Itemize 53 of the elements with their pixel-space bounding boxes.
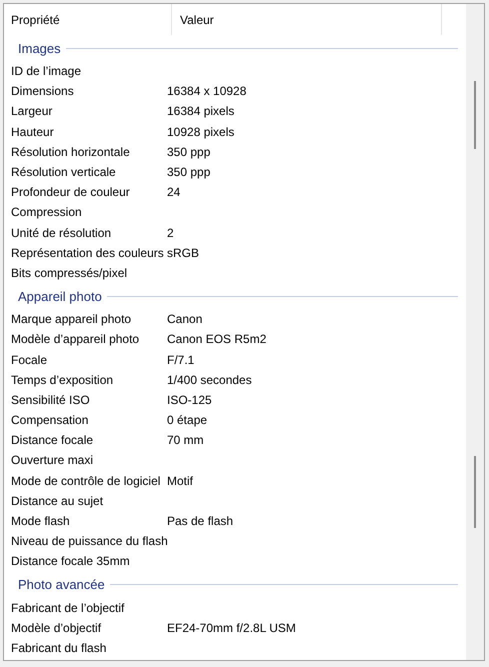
column-header[interactable]: Valeur — [172, 4, 442, 35]
property-name: Dimensions — [10, 84, 75, 98]
property-name: Représentation des couleurs — [10, 246, 165, 260]
property-value: 24 — [167, 185, 180, 200]
property-name: Compression — [10, 205, 83, 220]
property-value: Canon EOS R5m2 — [167, 332, 266, 346]
property-name: Focale — [10, 352, 48, 367]
property-value: ISO-125 — [167, 392, 212, 407]
property-value: 16384 pixels — [167, 104, 234, 118]
property-name: ID de l’image — [10, 64, 82, 78]
group-title: Appareil photo — [18, 288, 102, 304]
scrollbar[interactable] — [466, 4, 484, 660]
property-name: Profondeur de couleur — [10, 185, 131, 200]
property-name: Temps d’exposition — [10, 372, 114, 387]
property-name: Résolution verticale — [10, 165, 117, 180]
property-name: Modèle d’appareil photo — [10, 332, 140, 346]
property-value: 16384 x 10928 — [167, 84, 246, 98]
property-name: Distance focale 35mm — [10, 554, 131, 568]
property-name: Distance focale — [10, 433, 94, 448]
property-name: Hauteur — [10, 124, 55, 139]
property-value: 70 mm — [167, 433, 204, 448]
property-value: 350 ppp — [167, 165, 210, 180]
property-value: 10928 pixels — [167, 124, 234, 139]
property-name: Ouverture maxi — [10, 453, 94, 468]
property-name: Largeur — [10, 104, 54, 118]
group-title: Images — [18, 40, 61, 56]
property-name: Mode flash — [10, 514, 71, 528]
column-header[interactable]: Propriété — [4, 4, 172, 35]
scroll-thumb-icon[interactable] — [474, 456, 476, 528]
property-name: Fabricant du flash — [10, 640, 108, 655]
property-value: 0 étape — [167, 413, 208, 428]
property-value: 1/400 secondes — [167, 372, 252, 387]
property-name: Modèle d’objectif — [10, 620, 102, 635]
property-value: sRGB — [167, 246, 200, 260]
property-name: Mode de contrôle de logiciel — [10, 474, 162, 488]
property-value: Canon — [167, 312, 202, 326]
property-name: Fabricant de l’objectif — [10, 600, 126, 615]
property-name: Unité de résolution — [10, 226, 112, 240]
property-name: Résolution horizontale — [10, 144, 131, 159]
property-value: 2 — [167, 226, 174, 240]
property-value: Motif — [167, 474, 194, 488]
property-value: 350 ppp — [167, 144, 210, 159]
property-value: EF24-70mm f/2.8L USM — [167, 620, 296, 635]
group-title: Photo avancée — [18, 577, 105, 592]
property-name: Compensation — [10, 413, 90, 428]
property-name: Bits compressés/pixel — [10, 266, 128, 280]
scroll-thumb-icon[interactable] — [474, 81, 476, 149]
property-name: Sensibilité ISO — [10, 392, 91, 407]
property-name: Niveau de puissance du flash — [10, 534, 167, 548]
property-name: Marque appareil photo — [10, 312, 132, 326]
property-name: Distance au sujet — [10, 494, 104, 508]
property-value: Pas de flash — [167, 514, 234, 528]
property-value: F/7.1 — [167, 352, 194, 367]
